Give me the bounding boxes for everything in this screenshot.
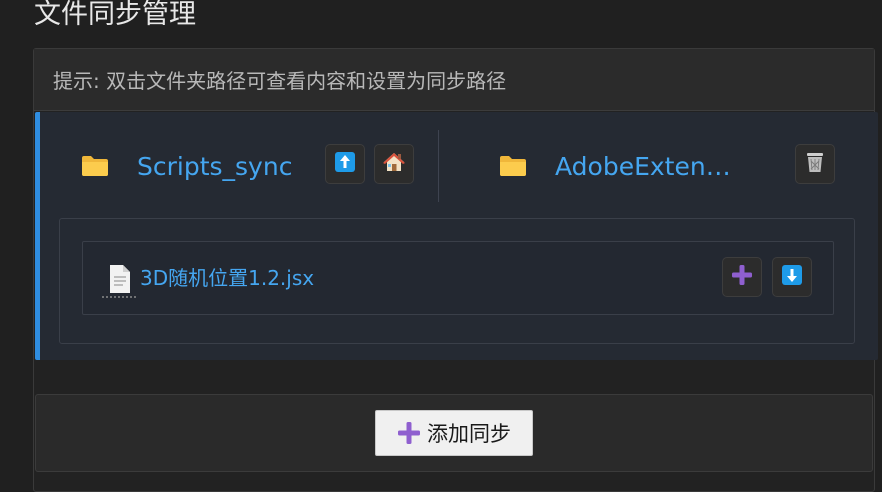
sync-pair-card: Scripts_sync AdobeExten… 3D随机位置1.2.jsx xyxy=(35,112,878,360)
add-sync-label: 添加同步 xyxy=(427,422,511,446)
download-file-button[interactable] xyxy=(772,257,812,297)
home-button[interactable] xyxy=(374,144,414,184)
sync-panel: 提示: 双击文件夹路径可查看内容和设置为同步路径 Scripts_sync Ad… xyxy=(33,48,878,492)
folder-divider xyxy=(438,130,439,202)
hint-banner: 提示: 双击文件夹路径可查看内容和设置为同步路径 xyxy=(34,49,874,111)
file-icon xyxy=(102,263,138,303)
page-title: 文件同步管理 xyxy=(34,0,196,30)
target-folder-path[interactable]: AdobeExten… xyxy=(555,152,731,182)
add-sync-button[interactable]: 添加同步 xyxy=(375,410,533,456)
download-icon xyxy=(781,264,803,290)
add-sync-area: 添加同步 xyxy=(35,394,873,472)
add-icon xyxy=(731,264,753,290)
source-folder-path[interactable]: Scripts_sync xyxy=(137,152,292,182)
plus-icon xyxy=(397,421,421,445)
add-file-button[interactable] xyxy=(722,257,762,297)
file-list: 3D随机位置1.2.jsx xyxy=(59,218,855,344)
home-icon xyxy=(382,151,406,177)
list-item[interactable]: 3D随机位置1.2.jsx xyxy=(82,241,834,315)
folder-icon xyxy=(499,155,527,177)
file-name[interactable]: 3D随机位置1.2.jsx xyxy=(140,264,314,292)
upload-button[interactable] xyxy=(325,144,365,184)
folder-icon xyxy=(81,155,109,177)
upload-icon xyxy=(334,151,356,177)
trash-icon xyxy=(805,151,825,177)
delete-sync-button[interactable] xyxy=(795,144,835,184)
